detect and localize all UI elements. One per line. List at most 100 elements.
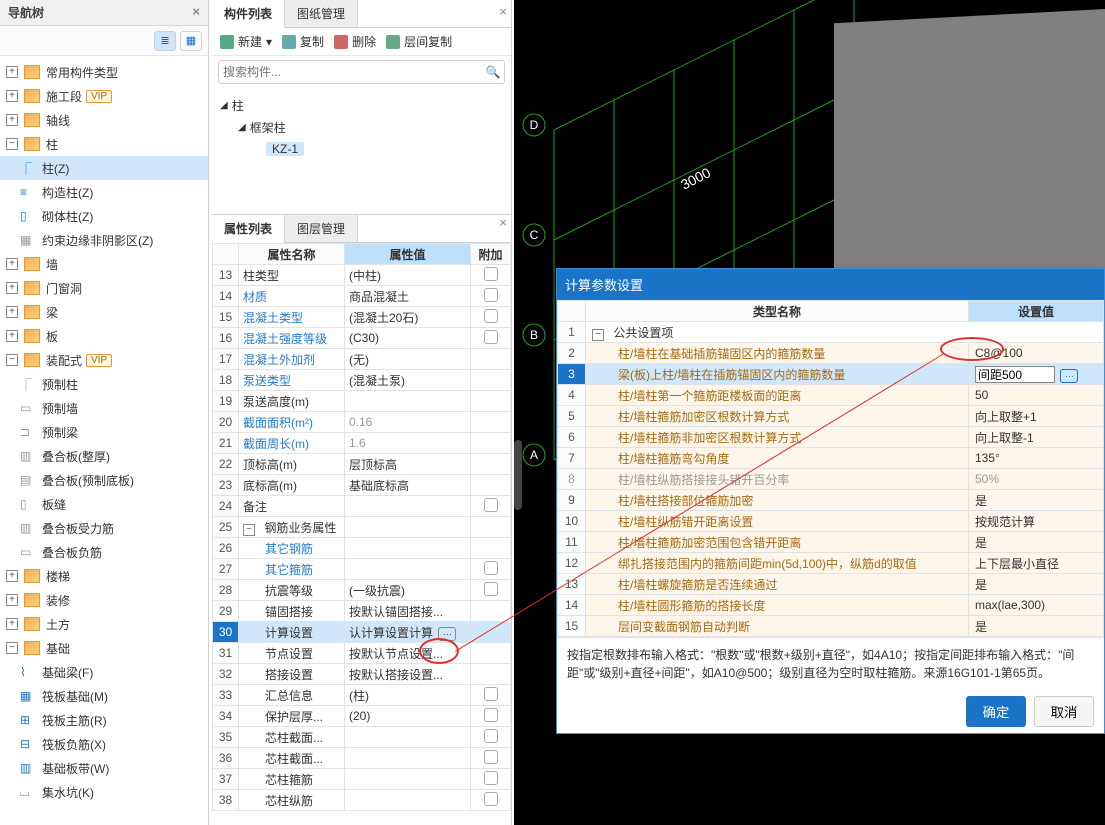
toggle-icon[interactable]: + (6, 618, 18, 630)
property-row[interactable]: 38芯柱纵筋 (213, 790, 511, 811)
calc-row[interactable]: 13柱/墙柱螺旋箍筋是否连续通过是 (558, 574, 1104, 595)
nav-item[interactable]: +施工段VIP (0, 84, 208, 108)
nav-item[interactable]: ⌇基础梁(F) (0, 660, 208, 684)
property-row[interactable]: 34保护层厚...(20) (213, 706, 511, 727)
calc-row[interactable]: 10柱/墙柱纵筋错开距离设置按规范计算 (558, 511, 1104, 532)
property-row[interactable]: 17混凝土外加剂(无) (213, 349, 511, 370)
checkbox[interactable] (484, 309, 498, 323)
checkbox[interactable] (484, 498, 498, 512)
property-row[interactable]: 24备注 (213, 496, 511, 517)
toggle-icon[interactable]: − (6, 642, 18, 654)
checkbox[interactable] (484, 288, 498, 302)
nav-item[interactable]: ⎾预制柱 (0, 372, 208, 396)
property-row[interactable]: 19泵送高度(m) (213, 391, 511, 412)
toggle-icon[interactable]: + (6, 570, 18, 582)
calc-row[interactable]: 3梁(板)上柱/墙柱在插筋锚固区内的箍筋数量 ⋯ (558, 364, 1104, 385)
nav-view-grid[interactable]: ▦ (180, 31, 202, 51)
property-row[interactable]: 33汇总信息(柱) (213, 685, 511, 706)
splitter-handle[interactable] (514, 440, 522, 510)
toggle-icon[interactable]: + (6, 282, 18, 294)
checkbox[interactable] (484, 771, 498, 785)
calc-row[interactable]: 12绑扎搭接范围内的箍筋间距min(5d,100)中，纵筋d的取值上下层最小直径 (558, 553, 1104, 574)
nav-item[interactable]: +轴线 (0, 108, 208, 132)
checkbox[interactable] (484, 267, 498, 281)
nav-item[interactable]: ⊐预制梁 (0, 420, 208, 444)
nav-item[interactable]: ▭预制墙 (0, 396, 208, 420)
checkbox[interactable] (484, 792, 498, 806)
nav-item[interactable]: ▦约束边缘非阴影区(Z) (0, 228, 208, 252)
property-row[interactable]: 30计算设置认计算设置计算 ⋯ (213, 622, 511, 643)
property-row[interactable]: 27其它箍筋 (213, 559, 511, 580)
toggle-icon[interactable]: − (6, 354, 18, 366)
close-icon[interactable]: × (499, 215, 507, 230)
search-field[interactable]: 🔍 (218, 60, 505, 84)
toggle-icon[interactable]: − (6, 138, 18, 150)
nav-view-list[interactable]: ≣ (154, 31, 176, 51)
new-button[interactable]: 新建 ▾ (220, 33, 272, 50)
ok-button[interactable]: 确定 (966, 696, 1026, 727)
calc-row[interactable]: 6柱/墙柱箍筋非加密区根数计算方式向上取整-1 (558, 427, 1104, 448)
toggle-icon[interactable]: + (6, 306, 18, 318)
toggle-icon[interactable]: + (6, 90, 18, 102)
nav-item[interactable]: ≡构造柱(Z) (0, 180, 208, 204)
calc-row[interactable]: 8柱/墙柱纵筋搭接接头错开百分率50% (558, 469, 1104, 490)
layer-copy-button[interactable]: 层间复制 (386, 33, 452, 50)
checkbox[interactable] (484, 708, 498, 722)
toggle-icon[interactable]: + (6, 258, 18, 270)
nav-item[interactable]: +门窗洞 (0, 276, 208, 300)
nav-item[interactable]: +墙 (0, 252, 208, 276)
tab-components[interactable]: 构件列表 (212, 0, 285, 28)
copy-button[interactable]: 复制 (282, 33, 324, 50)
property-row[interactable]: 26其它钢筋 (213, 538, 511, 559)
checkbox[interactable] (484, 582, 498, 596)
nav-item[interactable]: +板 (0, 324, 208, 348)
calc-row[interactable]: 11柱/墙柱箍筋加密范围包含错开距离是 (558, 532, 1104, 553)
tree-leaf[interactable]: KZ-1 (220, 138, 503, 160)
nav-item[interactable]: +装修 (0, 588, 208, 612)
checkbox[interactable] (484, 561, 498, 575)
property-row[interactable]: 13柱类型(中柱) (213, 265, 511, 286)
toggle-icon[interactable]: + (6, 330, 18, 342)
nav-item[interactable]: ▦筏板基础(M) (0, 684, 208, 708)
property-row[interactable]: 18泵送类型(混凝土泵) (213, 370, 511, 391)
nav-item[interactable]: +土方 (0, 612, 208, 636)
checkbox[interactable] (484, 750, 498, 764)
nav-item[interactable]: ▯板缝 (0, 492, 208, 516)
property-row[interactable]: 25− 钢筋业务属性 (213, 517, 511, 538)
nav-item[interactable]: ▥叠合板受力筋 (0, 516, 208, 540)
checkbox[interactable] (484, 330, 498, 344)
nav-item[interactable]: −基础 (0, 636, 208, 660)
nav-item[interactable]: ▯砌体柱(Z) (0, 204, 208, 228)
toggle-icon[interactable]: − (243, 524, 255, 536)
ellipsis-button[interactable]: ⋯ (438, 627, 456, 641)
property-row[interactable]: 16混凝土强度等级(C30) (213, 328, 511, 349)
property-row[interactable]: 22顶标高(m)层顶标高 (213, 454, 511, 475)
calc-row[interactable]: 4柱/墙柱第一个箍筋距楼板面的距离50 (558, 385, 1104, 406)
value-input[interactable] (975, 366, 1055, 383)
property-row[interactable]: 32搭接设置按默认搭接设置... (213, 664, 511, 685)
close-icon[interactable]: × (192, 4, 200, 19)
property-row[interactable]: 37芯柱箍筋 (213, 769, 511, 790)
nav-item[interactable]: ▤叠合板(预制底板) (0, 468, 208, 492)
tab-properties[interactable]: 属性列表 (212, 215, 285, 243)
calc-row[interactable]: 5柱/墙柱箍筋加密区根数计算方式向上取整+1 (558, 406, 1104, 427)
search-icon[interactable]: 🔍 (482, 65, 504, 79)
property-row[interactable]: 35芯柱截面... (213, 727, 511, 748)
delete-button[interactable]: 删除 (334, 33, 376, 50)
nav-item[interactable]: −装配式VIP (0, 348, 208, 372)
property-row[interactable]: 36芯柱截面... (213, 748, 511, 769)
close-icon[interactable]: × (499, 4, 507, 19)
tree-node[interactable]: ◢柱 (220, 94, 503, 116)
toggle-icon[interactable]: + (6, 66, 18, 78)
property-row[interactable]: 21截面周长(m)1.6 (213, 433, 511, 454)
property-row[interactable]: 20截面面积(m²)0.16 (213, 412, 511, 433)
nav-item[interactable]: ▭叠合板负筋 (0, 540, 208, 564)
nav-item[interactable]: +楼梯 (0, 564, 208, 588)
calc-row[interactable]: 15层间变截面钢筋自动判断是 (558, 616, 1104, 637)
checkbox[interactable] (484, 687, 498, 701)
property-row[interactable]: 28抗震等级(一级抗震) (213, 580, 511, 601)
nav-item[interactable]: +梁 (0, 300, 208, 324)
tab-layers[interactable]: 图层管理 (285, 215, 358, 242)
nav-item[interactable]: ▥基础板带(W) (0, 756, 208, 780)
collapse-icon[interactable]: − (592, 329, 604, 341)
